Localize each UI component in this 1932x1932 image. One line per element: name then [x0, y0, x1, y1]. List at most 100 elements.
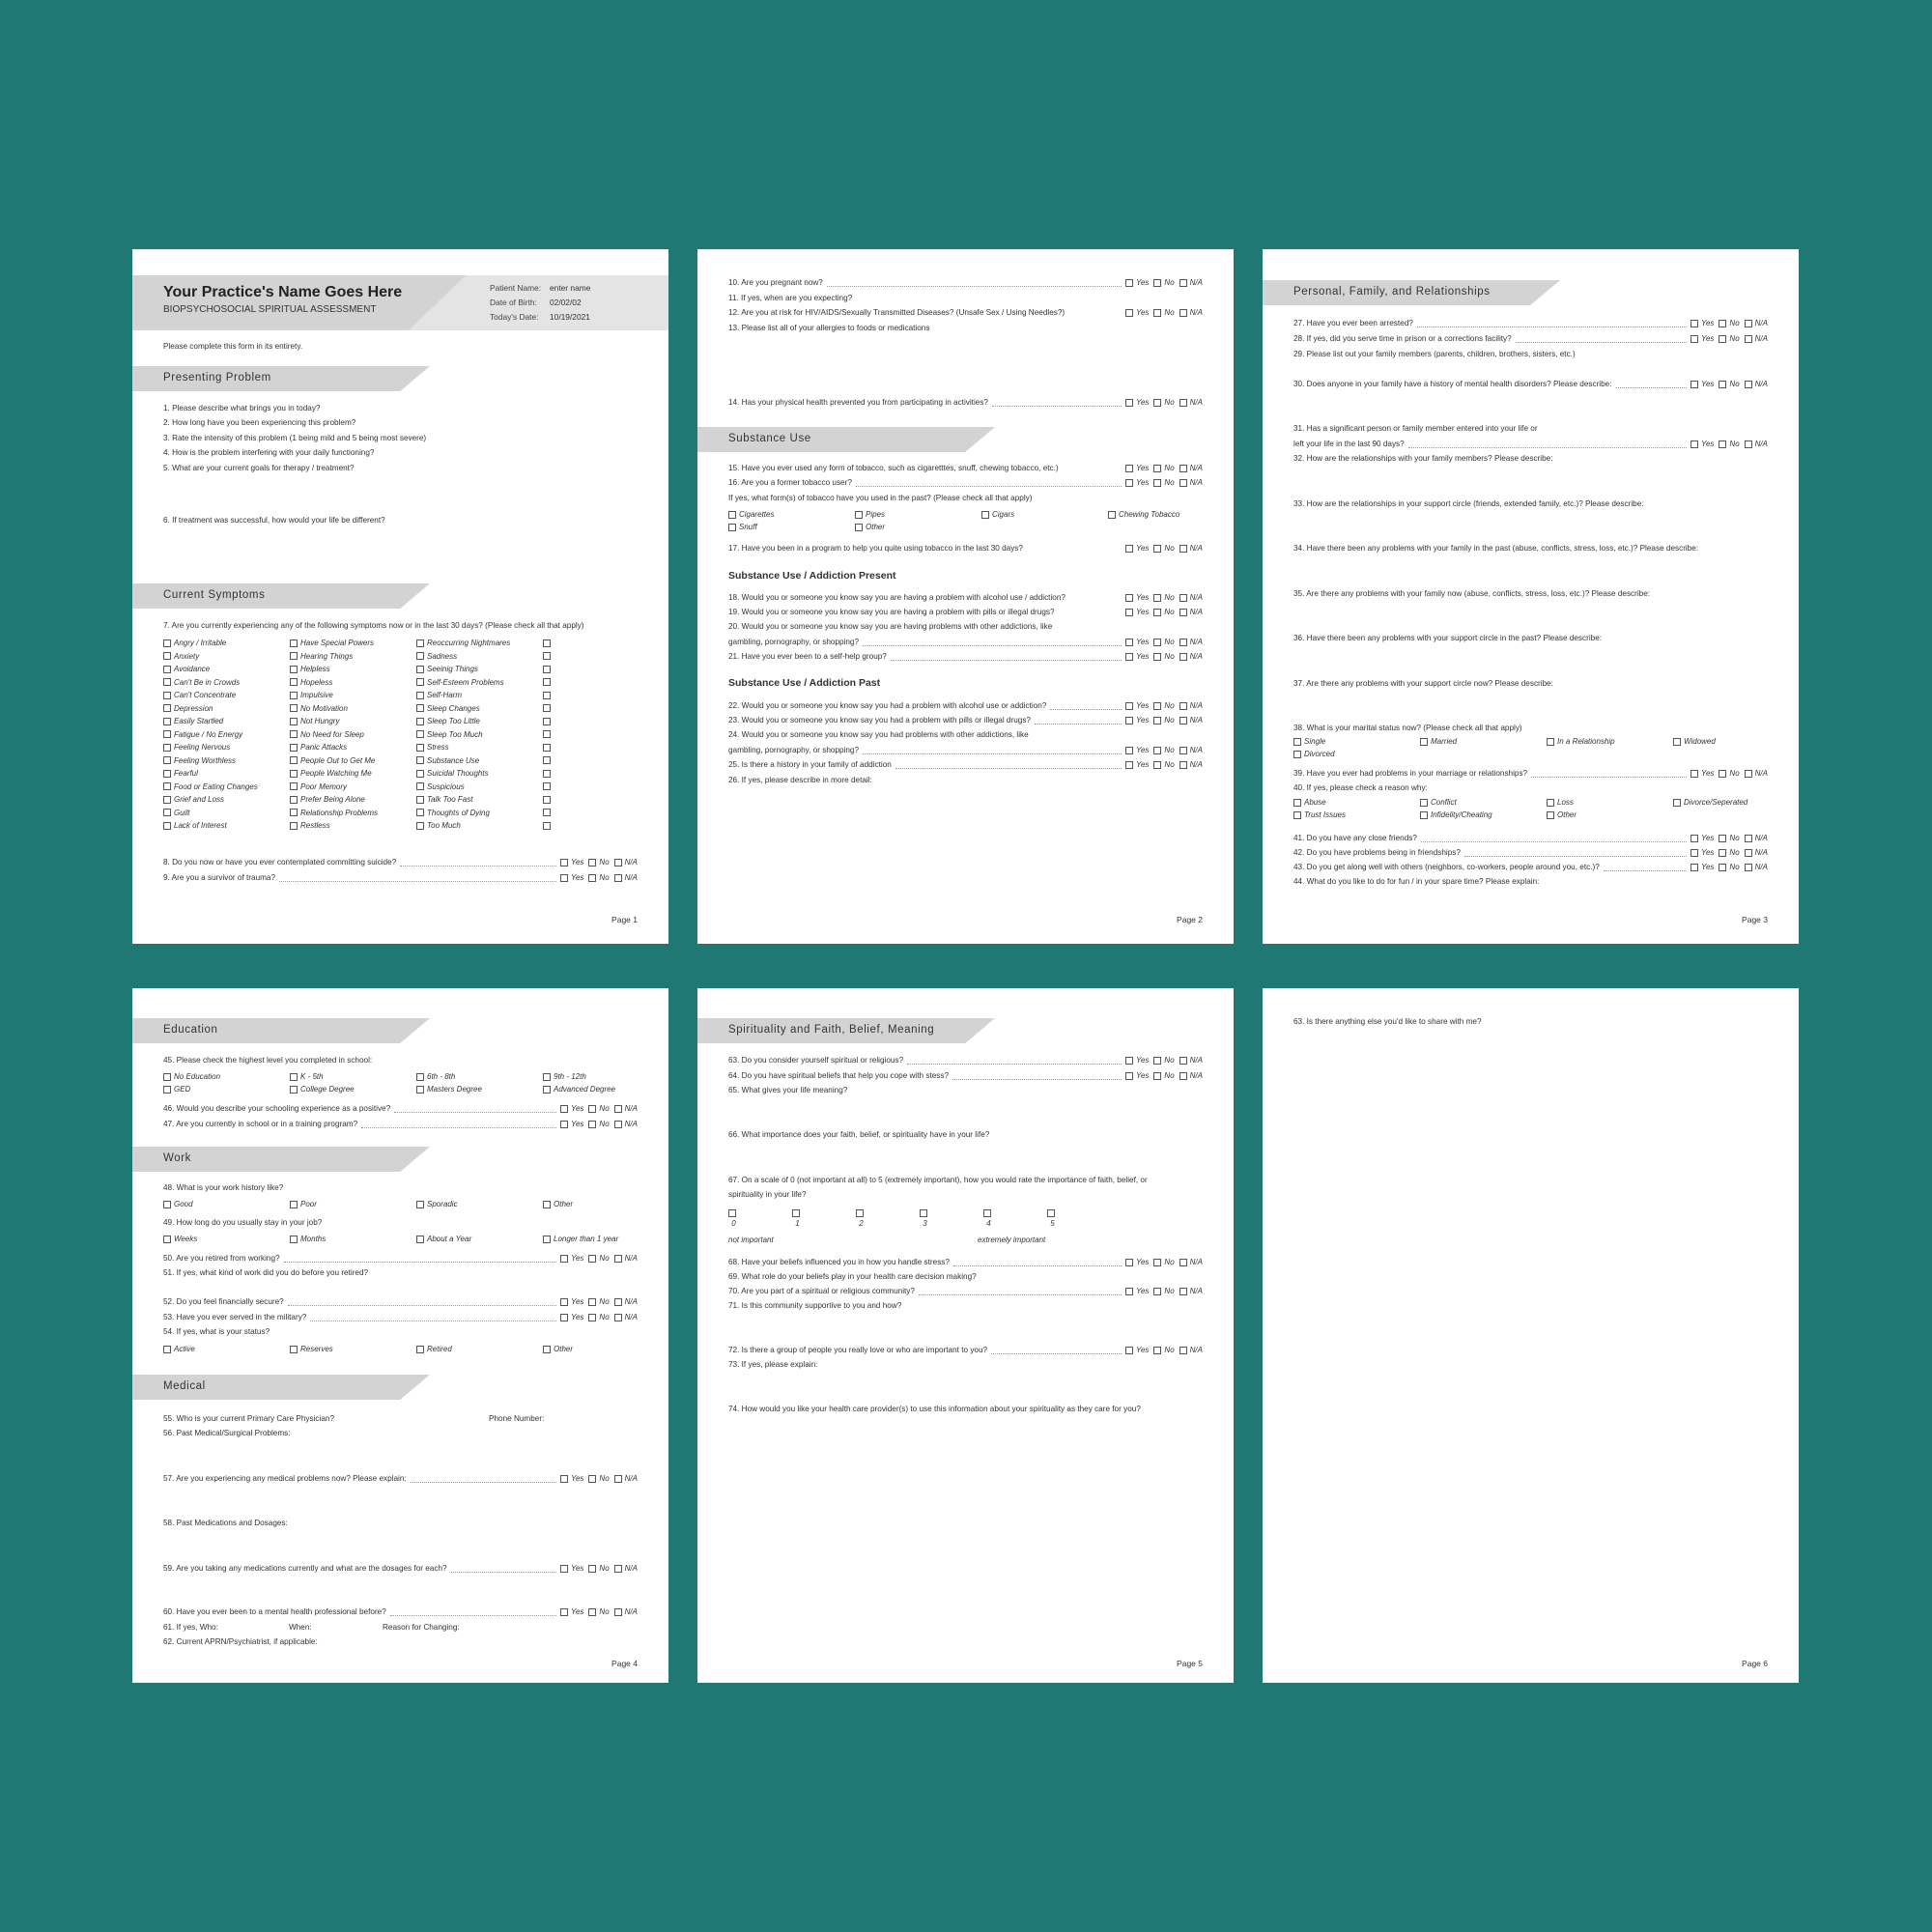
marital-option[interactable]: Divorced [1293, 750, 1420, 758]
symptom-option[interactable]: Suspicious [416, 782, 543, 791]
scale-option[interactable]: 0 [728, 1209, 739, 1228]
symptom-option[interactable]: Reoccurring Nightmares [416, 639, 543, 647]
yes-option[interactable]: Yes [1125, 638, 1149, 647]
checkbox[interactable] [416, 730, 424, 738]
checkbox[interactable] [1744, 864, 1752, 871]
checkbox[interactable] [1153, 279, 1162, 287]
checkbox[interactable] [163, 678, 171, 686]
checkbox[interactable] [416, 1235, 424, 1243]
na-option[interactable]: N/A [1179, 1056, 1203, 1065]
no-option[interactable]: No [1153, 652, 1175, 662]
yes-option[interactable]: Yes [560, 1607, 583, 1617]
symptom-option[interactable]: Lack of Interest [163, 821, 290, 830]
checkbox[interactable] [543, 639, 551, 647]
no-option[interactable]: No [1153, 1056, 1175, 1065]
checkbox[interactable] [613, 874, 622, 882]
checkbox[interactable] [1719, 440, 1727, 448]
no-option[interactable]: No [588, 1313, 610, 1322]
checkbox[interactable] [728, 1209, 736, 1217]
yes-option[interactable]: Yes [1125, 1056, 1149, 1065]
checkbox[interactable] [543, 1345, 551, 1353]
checkbox[interactable] [290, 795, 298, 804]
checkbox[interactable] [1153, 1288, 1162, 1295]
checkbox[interactable] [416, 1345, 424, 1353]
symptom-other-option[interactable] [543, 769, 638, 778]
na-option[interactable]: N/A [1179, 716, 1203, 725]
symptom-option[interactable]: Hearing Things [290, 652, 416, 661]
marital-option[interactable]: Single [1293, 737, 1420, 746]
checkbox[interactable] [560, 1608, 569, 1616]
checkbox[interactable] [290, 1235, 298, 1243]
checkbox[interactable] [1673, 798, 1681, 807]
no-option[interactable]: No [1719, 380, 1740, 389]
yes-option[interactable]: Yes [1125, 716, 1149, 725]
checkbox[interactable] [1179, 609, 1187, 616]
na-option[interactable]: N/A [1744, 769, 1768, 779]
reason-option[interactable]: Loss [1547, 798, 1673, 807]
checkbox[interactable] [1125, 309, 1134, 317]
symptom-option[interactable]: Helpless [290, 665, 416, 673]
symptom-option[interactable]: Angry / Irritable [163, 639, 290, 647]
checkbox[interactable] [588, 1314, 597, 1321]
reason-option[interactable]: Divorce/Seperated [1673, 798, 1768, 807]
checkbox[interactable] [543, 1200, 551, 1208]
no-option[interactable]: No [1153, 716, 1175, 725]
checkbox[interactable] [588, 874, 597, 882]
checkbox[interactable] [290, 639, 298, 647]
education-option[interactable]: 9th - 12th [543, 1072, 638, 1081]
no-option[interactable]: No [1153, 701, 1175, 711]
symptom-option[interactable]: Seeinig Things [416, 665, 543, 673]
job-length-option[interactable]: Longer than 1 year [543, 1235, 638, 1243]
checkbox[interactable] [1125, 653, 1134, 661]
na-option[interactable]: N/A [1179, 478, 1203, 488]
yes-option[interactable]: Yes [560, 873, 583, 883]
checkbox[interactable] [1179, 1259, 1187, 1266]
checkbox[interactable] [416, 665, 424, 673]
symptom-option[interactable]: Not Hungry [290, 717, 416, 725]
checkbox[interactable] [543, 809, 551, 816]
checkbox[interactable] [1673, 737, 1681, 746]
patient-name-field[interactable]: Patient Name: enter name [490, 283, 590, 293]
no-option[interactable]: No [1153, 478, 1175, 488]
checkbox[interactable] [1153, 717, 1162, 724]
checkbox[interactable] [1420, 798, 1428, 807]
scale-option[interactable]: 1 [792, 1209, 803, 1228]
na-option[interactable]: N/A [1744, 863, 1768, 872]
symptom-option[interactable]: Too Much [416, 821, 543, 830]
na-option[interactable]: N/A [1744, 834, 1768, 843]
no-option[interactable]: No [1719, 769, 1740, 779]
na-option[interactable]: N/A [1179, 1287, 1203, 1296]
symptom-option[interactable]: Thoughts of Dying [416, 809, 543, 817]
checkbox[interactable] [1153, 609, 1162, 616]
na-option[interactable]: N/A [613, 873, 638, 883]
checkbox[interactable] [416, 704, 424, 712]
checkbox[interactable] [1547, 737, 1554, 746]
checkbox[interactable] [1125, 545, 1134, 553]
yes-option[interactable]: Yes [1125, 398, 1149, 408]
checkbox[interactable] [416, 678, 424, 686]
checkbox[interactable] [1179, 545, 1187, 553]
checkbox[interactable] [1125, 465, 1134, 472]
checkbox[interactable] [543, 704, 551, 712]
checkbox[interactable] [1719, 849, 1727, 857]
yes-option[interactable]: Yes [1125, 1287, 1149, 1296]
checkbox[interactable] [163, 782, 171, 790]
checkbox[interactable] [1179, 279, 1187, 287]
checkbox[interactable] [1744, 335, 1752, 343]
na-option[interactable]: N/A [1179, 638, 1203, 647]
symptom-option[interactable]: Feeling Nervous [163, 743, 290, 752]
checkbox[interactable] [290, 809, 298, 816]
checkbox[interactable] [290, 730, 298, 738]
checkbox[interactable] [1153, 1072, 1162, 1080]
checkbox[interactable] [543, 678, 551, 686]
no-option[interactable]: No [1719, 848, 1740, 858]
symptom-option[interactable]: Food or Eating Changes [163, 782, 290, 791]
symptom-option[interactable]: Sleep Too Little [416, 717, 543, 725]
checkbox[interactable] [1744, 835, 1752, 842]
checkbox[interactable] [613, 1121, 622, 1128]
no-option[interactable]: No [1153, 278, 1175, 288]
education-option[interactable]: 6th - 8th [416, 1072, 543, 1081]
checkbox[interactable] [1690, 849, 1699, 857]
checkbox[interactable] [416, 756, 424, 764]
symptom-other-option[interactable] [543, 691, 638, 699]
